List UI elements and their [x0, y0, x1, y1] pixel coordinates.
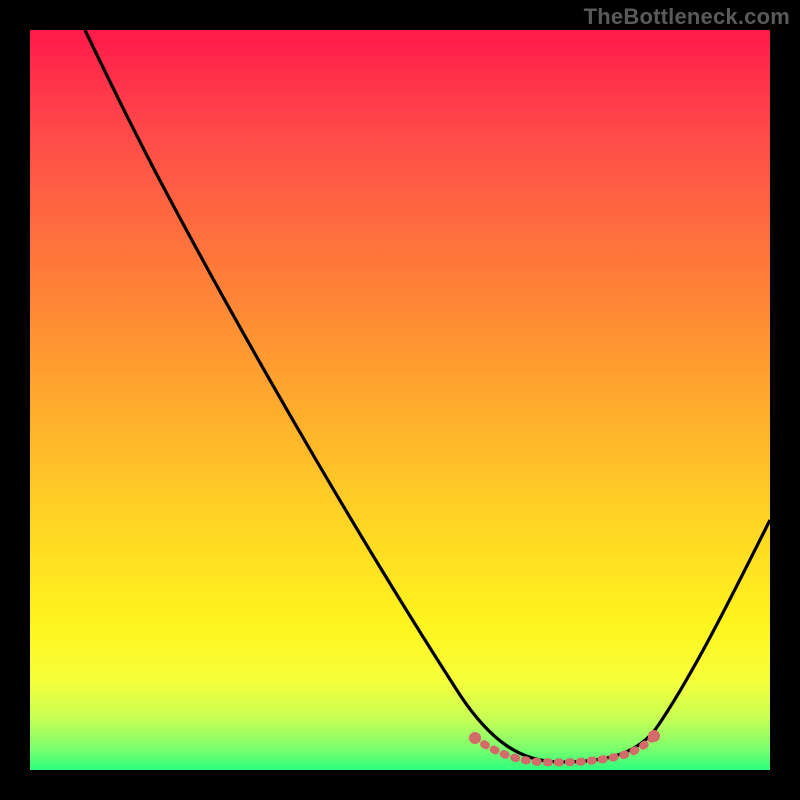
optimal-range-line — [475, 736, 654, 762]
plot-area — [30, 30, 770, 770]
optimal-range-end-dot — [648, 730, 660, 742]
optimal-range-start-dot — [469, 732, 481, 744]
chart-frame: TheBottleneck.com — [0, 0, 800, 800]
curve-overlay — [30, 30, 770, 770]
watermark-text: TheBottleneck.com — [584, 4, 790, 30]
bottleneck-curve — [85, 30, 770, 762]
